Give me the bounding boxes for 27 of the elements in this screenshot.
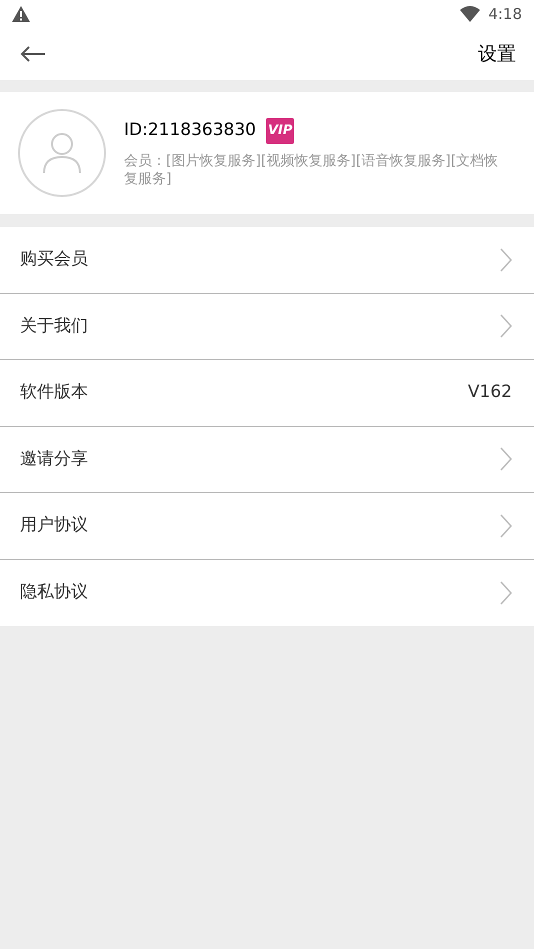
menu-label: 购买会员 [20, 248, 88, 271]
wifi-icon [460, 6, 480, 22]
chevron-right-icon [500, 314, 512, 338]
menu-row[interactable]: 邀请分享 [0, 426, 534, 493]
back-button[interactable] [18, 44, 48, 64]
chevron-right-icon [500, 580, 512, 605]
menu-row[interactable]: 关于我们 [0, 294, 534, 360]
chevron-right-icon [500, 248, 512, 272]
menu-row[interactable]: 购买会员 [0, 227, 534, 294]
version-value: V162 [468, 381, 512, 404]
status-time: 4:18 [488, 4, 522, 25]
menu-label: 邀请分享 [20, 448, 88, 470]
warning-icon [12, 6, 30, 22]
chevron-right-icon [500, 447, 512, 472]
user-id: ID:2118363830 [124, 119, 256, 142]
membership-text: 会员：[图片恢复服务][视频恢复服务][语音恢复服务][文档恢复服务] [124, 152, 500, 188]
page-title: 设置 [478, 42, 516, 67]
menu-row[interactable]: 软件版本 V162 [0, 360, 534, 426]
menu-row[interactable]: 用户协议 [0, 493, 534, 560]
chevron-right-icon [500, 514, 512, 538]
menu-label: 用户协议 [20, 514, 88, 537]
menu-label: 隐私协议 [20, 581, 88, 604]
menu-label: 软件版本 [20, 381, 88, 404]
person-icon [43, 132, 81, 174]
vip-badge: VIP [266, 118, 294, 144]
menu-row[interactable]: 隐私协议 [0, 560, 534, 626]
menu-label: 关于我们 [20, 314, 88, 338]
